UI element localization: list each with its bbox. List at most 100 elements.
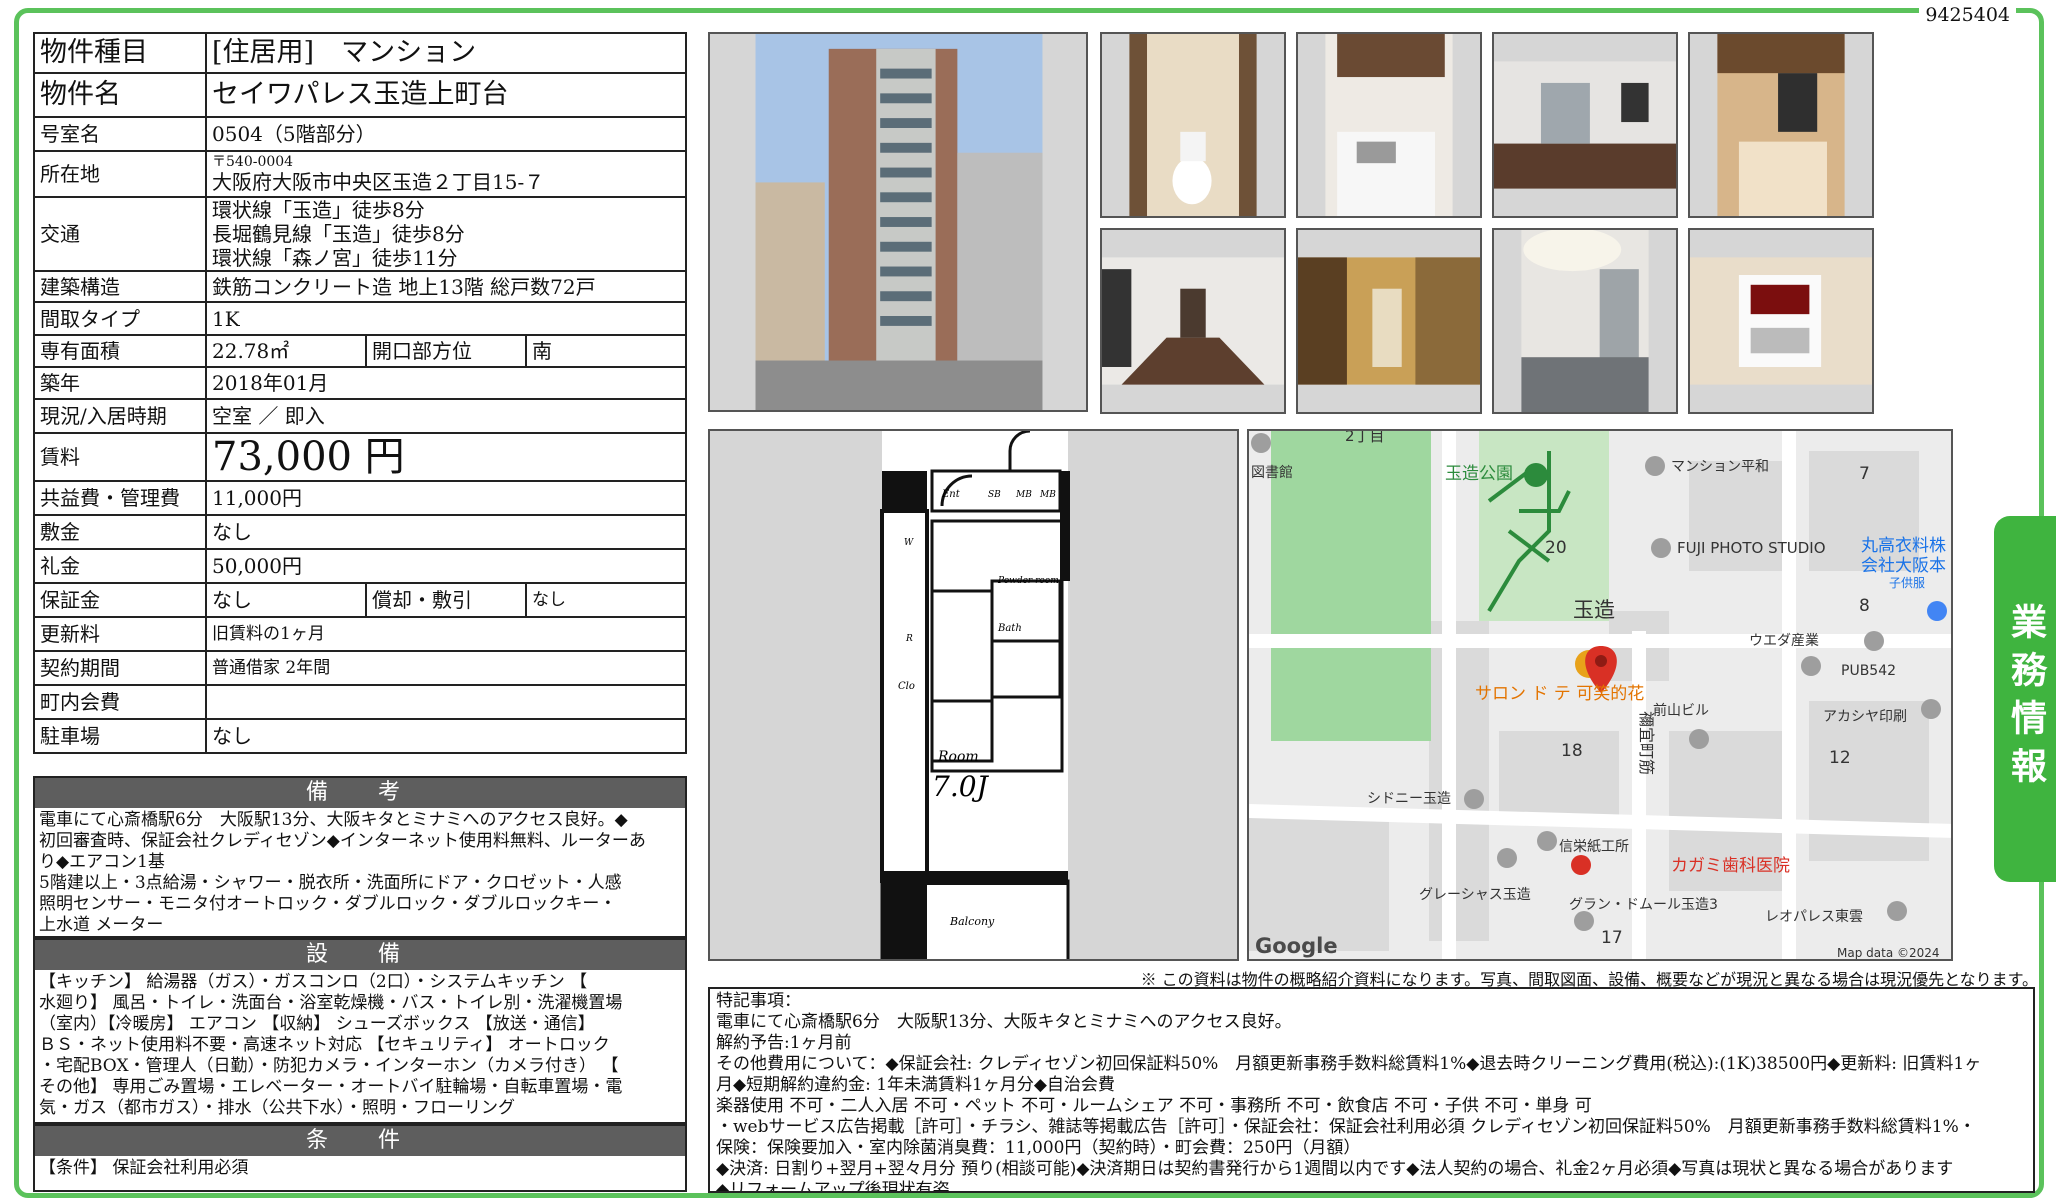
map-block: 12 xyxy=(1829,748,1851,768)
biko-line: 電車にて心斎橋駅6分 大阪駅13分、大阪キタとミナミへのアクセス良好。◆ xyxy=(39,810,628,830)
map-maeyama: 前山ビル xyxy=(1653,702,1709,719)
joken-heading: 条 件 xyxy=(35,1126,685,1156)
plan-balcony: Balcony xyxy=(949,915,995,928)
layout-value: 1K xyxy=(205,301,687,336)
map-fuji: FUJI PHOTO STUDIO xyxy=(1677,539,1826,557)
entrance-photo[interactable] xyxy=(1296,228,1482,414)
setsubi-line: ＢＳ・ネット使用料不要・高速ネット対応 【セキュリティ】 オートロック xyxy=(39,1035,610,1055)
structure-value: 鉄筋コンクリート造 地上13階 総戸数72戸 xyxy=(205,270,687,303)
setsubi-line: その他】 専用ごみ置場・エレベーター・オートバイ駐輪場・自転車置場・電 xyxy=(39,1077,623,1097)
map-marutaka: 会社大阪本 xyxy=(1861,556,1946,576)
building-exterior-photo[interactable] xyxy=(708,32,1088,412)
deposit-value: なし xyxy=(205,514,687,550)
map-shinei: 信栄紙工所 xyxy=(1559,839,1629,855)
contract-value: 普通借家 2年間 xyxy=(205,650,687,686)
setsubi-line: （室内）【冷暖房】 エアコン 【収納】 シューズボックス 【放送・通信】 xyxy=(39,1014,595,1034)
biko-section: 備 考 電車にて心斎橋駅6分 大阪駅13分、大阪キタとミナミへのアクセス良好。◆… xyxy=(33,776,687,938)
room-label: 号室名 xyxy=(33,116,207,152)
tab-label: 業務情報 xyxy=(2005,603,2046,795)
hallway-photo[interactable] xyxy=(1100,228,1286,414)
renewal-value: 旧賃料の1ヶ月 xyxy=(205,616,687,652)
bathroom-photo[interactable] xyxy=(1688,32,1874,218)
guarantee-value: なし xyxy=(205,582,367,618)
map-gracias: グレーシャス玉造 xyxy=(1419,887,1531,903)
map-data-credit: Map data ©2024 xyxy=(1837,946,1940,960)
plan-bath: Bath xyxy=(997,623,1022,634)
plan-mb: MB xyxy=(1015,490,1032,500)
kitchen-photo[interactable] xyxy=(1296,32,1482,218)
setsubi-line: 気・ガス（都市ガス）・排水（公共下水）・照明・フローリング xyxy=(39,1098,515,1118)
type-label: 物件種目 xyxy=(33,32,207,74)
setsubi-section: 設 備 【キッチン】 給湯器（ガス）・ガスコンロ（2口）・システムキッチン 【 … xyxy=(33,938,687,1124)
contract-label: 契約期間 xyxy=(33,650,207,686)
guarantee-label: 保証金 xyxy=(33,582,207,618)
control-panel-photo[interactable] xyxy=(1688,228,1874,414)
setsubi-line: ・宅配BOX・管理人（日勤）・防犯カメラ・インターホン（カメラ付き） 【 xyxy=(39,1056,619,1076)
joken-body: 【条件】 保証会社利用必須 xyxy=(35,1156,685,1181)
name-value: セイワパレス玉造上町台 xyxy=(205,72,687,118)
biko-line: 照明センサー・モニタ付オートロック・ダブルロック・ダブルロックキー・ xyxy=(39,894,617,914)
status-value: 空室 ／ 即入 xyxy=(205,398,687,434)
joken-section: 条 件 【条件】 保証会社利用必須 xyxy=(33,1124,687,1192)
biko-line: 初回審査時、保証会社クレディセゾン◆インターネット使用料無料、ルーターあ xyxy=(39,831,646,851)
keymoney-value: 50,000円 xyxy=(205,548,687,584)
map-block: 18 xyxy=(1561,741,1583,761)
map-park: 玉造公園 xyxy=(1445,464,1513,484)
deposit-label: 敷金 xyxy=(33,514,207,550)
plan-powder: Powder room xyxy=(997,576,1059,586)
remarks-line: その他費用について：◆保証会社: クレディセゾン初回保証料50% 月額更新事務手… xyxy=(716,1054,1982,1074)
plan-ent: Ent xyxy=(941,489,961,500)
location-map[interactable]: 2丁目 図書館 玉造公園 マンション平和 7 20 FUJI PHOTO STU… xyxy=(1247,429,1953,961)
amortization-label: 償却・敷引 xyxy=(365,582,527,618)
fee-label: 共益費・管理費 xyxy=(33,480,207,516)
built-label: 築年 xyxy=(33,366,207,400)
setsubi-line: 水廻り】 風呂・トイレ・洗面台・浴室乾燥機・バス・トイレ別・洗濯機置場 xyxy=(39,993,623,1013)
remarks-line: 保険：保険要加入・室内除菌消臭費：11,000円（契約時）・町会費：250円（月… xyxy=(716,1138,1361,1158)
map-salon: サロン ド テ 可笑的花 xyxy=(1475,684,1644,704)
map-leo: レオパレス東雲 xyxy=(1765,909,1863,925)
plan-mb: MB xyxy=(1039,490,1056,500)
remarks-line: ◆リフォームアップ後現状有姿 xyxy=(716,1180,950,1193)
map-chome: 2丁目 xyxy=(1345,431,1385,445)
parking-value: なし xyxy=(205,718,687,754)
special-remarks: 特記事項： 電車にて心斎橋駅6分 大阪駅13分、大阪キタとミナミへのアクセス良好… xyxy=(708,987,2035,1193)
setsubi-heading: 設 備 xyxy=(35,940,685,970)
remarks-line: 月◆短期解約違約金: 1年未満賃料1ヶ月分◆自治会費 xyxy=(716,1075,1115,1095)
toilet-photo[interactable] xyxy=(1100,32,1286,218)
remarks-line: 解約予告:1ヶ月前 xyxy=(716,1033,852,1053)
plan-room-label: Room xyxy=(937,749,979,765)
plan-clo: Clo xyxy=(898,681,915,692)
address-value: 大阪府大阪市中央区玉造２丁目15-７ xyxy=(212,169,545,194)
map-akashiya: アカシヤ印刷 xyxy=(1823,709,1907,725)
rent-label: 賃料 xyxy=(33,432,207,482)
map-marutaka: 丸高衣料株 xyxy=(1861,536,1946,556)
access-line: 環状線「森ノ宮」徒歩11分 xyxy=(212,246,458,270)
layout-label: 間取タイプ xyxy=(33,301,207,336)
floor-plan[interactable]: Ent SB MB MB W Powder room Bath R Clo Ro… xyxy=(708,429,1239,961)
plan-r: R xyxy=(905,634,913,644)
remarks-line: ◆決済: 日割り+翌月+翌々月分 預り(相談可能)◆決済期日は契約書発行から1週… xyxy=(716,1159,1954,1179)
map-mansion: マンション平和 xyxy=(1671,459,1769,475)
map-street: 禰宜町筋 xyxy=(1637,711,1656,775)
status-label: 現況/入居時期 xyxy=(33,398,207,434)
plan-w: W xyxy=(904,538,914,548)
plan-sb: SB xyxy=(988,490,1001,500)
name-label: 物件名 xyxy=(33,72,207,118)
document-id: 9425404 xyxy=(1919,4,2016,26)
fee-value: 11,000円 xyxy=(205,480,687,516)
amortization-value: なし xyxy=(525,582,687,618)
plan-room-size: 7.0J xyxy=(932,770,990,803)
remarks-line: ・webサービス広告掲載［許可］・チラシ、雑誌等掲載広告［許可］・保証会社：保証… xyxy=(716,1117,1976,1137)
living-room-photo[interactable] xyxy=(1492,32,1678,218)
map-sydney: シドニー玉造 xyxy=(1367,791,1451,807)
structure-label: 建築構造 xyxy=(33,270,207,303)
joken-line: 【条件】 保証会社利用必須 xyxy=(39,1158,249,1178)
remarks-line: 特記事項： xyxy=(716,991,801,1011)
room-floor-photo[interactable] xyxy=(1492,228,1678,414)
room-value: 0504（5階部分） xyxy=(205,116,687,152)
biko-heading: 備 考 xyxy=(35,778,685,808)
direction-value: 南 xyxy=(525,334,687,368)
map-pub: PUB542 xyxy=(1841,663,1896,679)
access-label: 交通 xyxy=(33,196,207,272)
business-info-tab[interactable]: 業務情報 xyxy=(1994,516,2056,882)
